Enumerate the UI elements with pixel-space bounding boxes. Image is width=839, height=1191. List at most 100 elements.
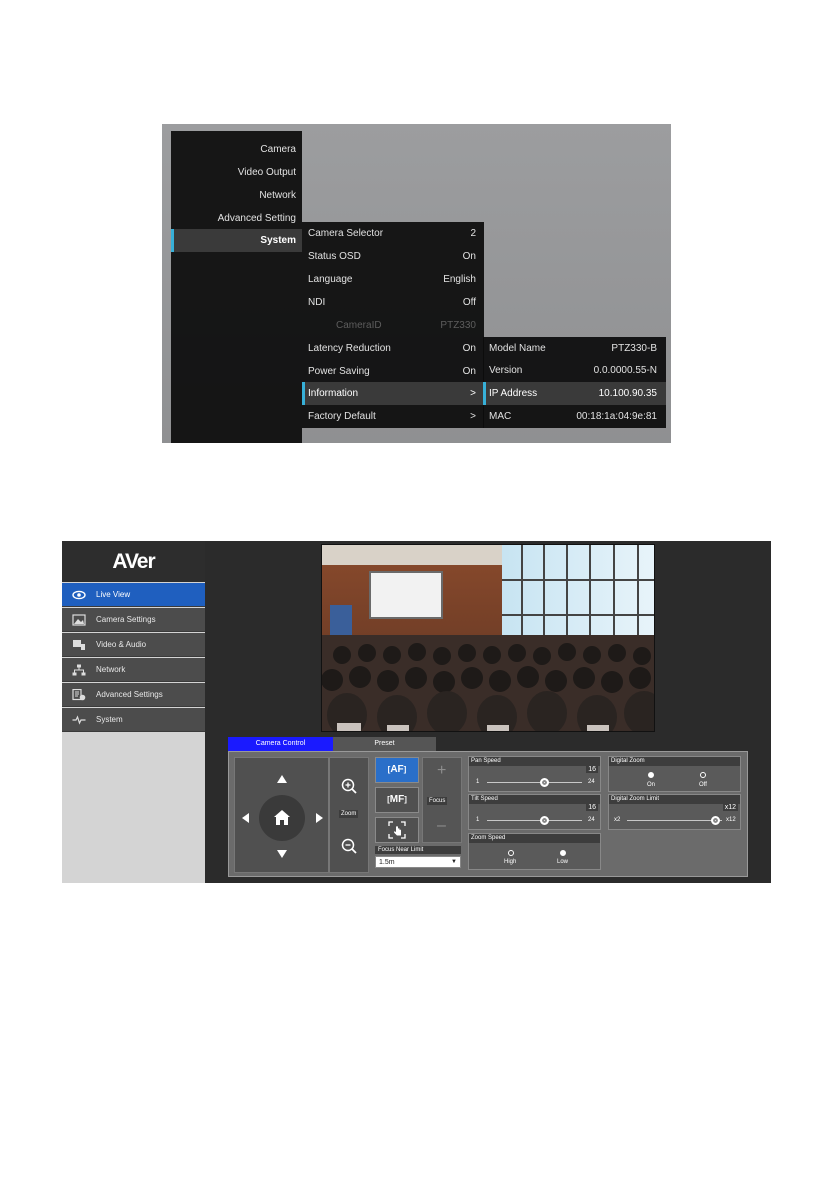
dropdown-arrow-icon: ▼ <box>451 859 457 865</box>
aver-logo: AVer <box>62 541 205 582</box>
digital-zoom-box: Digital Zoom On Off <box>608 756 741 792</box>
nav-network[interactable]: Network <box>62 658 205 682</box>
digital-zoom-on-label: On <box>647 782 656 788</box>
row-label: Version <box>489 365 523 376</box>
row-value: On <box>462 251 476 262</box>
pan-speed-knob[interactable] <box>540 778 549 787</box>
osd-row-language[interactable]: Language English <box>302 268 484 291</box>
row-value: > <box>470 411 476 422</box>
row-value: Off <box>462 297 476 308</box>
nav-system[interactable]: System <box>62 708 205 732</box>
digital-zoom-limit-slider[interactable] <box>627 820 722 821</box>
focus-near-limit-label: Focus Near Limit <box>375 846 461 854</box>
row-value: > <box>470 388 476 399</box>
ptz-pad <box>234 757 329 873</box>
pan-right-icon[interactable] <box>316 813 323 823</box>
pan-speed-label: Pan Speed <box>469 757 600 766</box>
row-label: Information <box>308 388 359 399</box>
nav-label: Advanced Settings <box>96 690 163 699</box>
zoom-speed-high-radio[interactable] <box>508 850 514 856</box>
live-video-preview <box>321 544 655 732</box>
osd-info-ip-address[interactable]: IP Address 10.100.90.35 <box>483 382 666 405</box>
focus-near-limit-select[interactable]: 1.5m ▼ <box>375 856 461 868</box>
osd-menu-system[interactable]: System <box>171 229 302 252</box>
row-value: PTZ330-B <box>611 343 657 354</box>
osd-info-mac[interactable]: MAC 00:18:1a:04:9e:81 <box>483 405 666 428</box>
digital-zoom-off-radio[interactable] <box>700 772 706 778</box>
osd-row-latency-reduction[interactable]: Latency Reduction On <box>302 337 484 360</box>
autofocus-button[interactable]: [AF] <box>375 757 419 783</box>
osd-menu-advanced-setting[interactable]: Advanced Setting <box>171 207 302 230</box>
pan-left-icon[interactable] <box>242 813 249 823</box>
advanced-settings-icon <box>72 689 86 701</box>
row-value: 0.0.0000.55-N <box>593 365 657 376</box>
tilt-speed-knob[interactable] <box>540 816 549 825</box>
zoom-speed-low-label: Low <box>557 859 569 865</box>
tilt-speed-max: 24 <box>588 817 595 823</box>
tilt-speed-slider[interactable] <box>487 820 582 821</box>
zoom-speed-low-radio[interactable] <box>560 850 566 856</box>
touch-focus-button[interactable] <box>375 817 419 843</box>
nav-live-view[interactable]: Live View <box>62 583 205 607</box>
osd-row-power-saving[interactable]: Power Saving On <box>302 360 484 383</box>
mf-bracket-right-icon: ] <box>404 795 407 804</box>
digital-zoom-limit-max: x12 <box>726 817 736 823</box>
row-value: On <box>462 366 476 377</box>
touch-focus-icon <box>388 821 406 839</box>
focus-minus-icon[interactable]: – <box>437 817 446 835</box>
row-label: Model Name <box>489 343 546 354</box>
digital-zoom-on-radio[interactable] <box>648 772 654 778</box>
tab-preset[interactable]: Preset <box>333 737 436 751</box>
pulse-icon <box>72 715 86 725</box>
osd-row-camera-selector[interactable]: Camera Selector 2 <box>302 222 484 245</box>
digital-zoom-off-label: Off <box>699 782 707 788</box>
osd-info-model-name[interactable]: Model Name PTZ330-B <box>483 337 666 360</box>
pan-down-icon[interactable] <box>277 850 287 858</box>
nav-video-audio[interactable]: Video & Audio <box>62 633 205 657</box>
row-value: 10.100.90.35 <box>598 388 657 399</box>
camera-control-area: Camera Control Preset Zoom [AF] [MF] + F… <box>228 737 748 877</box>
nav-label: Network <box>96 665 126 674</box>
image-icon <box>72 614 86 626</box>
af-label: AF <box>390 764 404 775</box>
sidebar: AVer Live View Camera Settings Video & A… <box>62 541 205 883</box>
osd-menu-camera[interactable]: Camera <box>171 138 302 161</box>
row-label: Language <box>308 274 353 285</box>
row-value: On <box>462 343 476 354</box>
osd-info-version[interactable]: Version 0.0.0000.55-N <box>483 359 666 382</box>
camera-control-panel: Zoom [AF] [MF] + Focus – Focus Near Limi… <box>228 751 748 877</box>
pan-speed-slider[interactable] <box>487 782 582 783</box>
nav-advanced-settings[interactable]: Advanced Settings <box>62 683 205 707</box>
osd-information-submenu: Model Name PTZ330-B Version 0.0.0000.55-… <box>483 337 666 428</box>
osd-menu-video-output[interactable]: Video Output <box>171 161 302 184</box>
tab-camera-control[interactable]: Camera Control <box>228 737 333 751</box>
osd-row-factory-default[interactable]: Factory Default > <box>302 405 484 428</box>
osd-menu-screenshot: Camera Video Output Network Advanced Set… <box>162 124 671 443</box>
digital-zoom-limit-knob[interactable] <box>711 816 720 825</box>
row-label: NDI <box>308 297 326 308</box>
osd-row-information[interactable]: Information > <box>302 382 484 405</box>
zoom-speed-high-label: High <box>504 859 517 865</box>
row-value: PTZ330 <box>440 320 476 331</box>
pan-up-icon[interactable] <box>277 775 287 783</box>
osd-menu-network[interactable]: Network <box>171 184 302 207</box>
nav-camera-settings[interactable]: Camera Settings <box>62 608 205 632</box>
osd-row-status-osd[interactable]: Status OSD On <box>302 245 484 268</box>
ptz-graphic <box>242 775 323 858</box>
osd-row-ndi[interactable]: NDI Off <box>302 291 484 314</box>
lecture-hall-image <box>322 545 654 731</box>
nav-label: System <box>96 715 123 724</box>
row-label: Latency Reduction <box>308 343 391 354</box>
row-label: Status OSD <box>308 251 361 262</box>
manual-focus-button[interactable]: [MF] <box>375 787 419 813</box>
zoom-speed-box: Zoom Speed High Low <box>468 833 601 870</box>
zoom-in-icon[interactable] <box>341 778 357 794</box>
focus-plus-icon[interactable]: + <box>437 762 446 780</box>
osd-row-camera-id: CameraID PTZ330 <box>302 314 484 337</box>
network-icon <box>72 664 86 676</box>
nav-label: Video & Audio <box>96 640 147 649</box>
zoom-out-icon[interactable] <box>341 838 357 854</box>
row-label: Power Saving <box>308 366 370 377</box>
digital-zoom-limit-min: x2 <box>614 817 621 823</box>
web-ui-screenshot: AVer Live View Camera Settings Video & A… <box>62 541 771 883</box>
